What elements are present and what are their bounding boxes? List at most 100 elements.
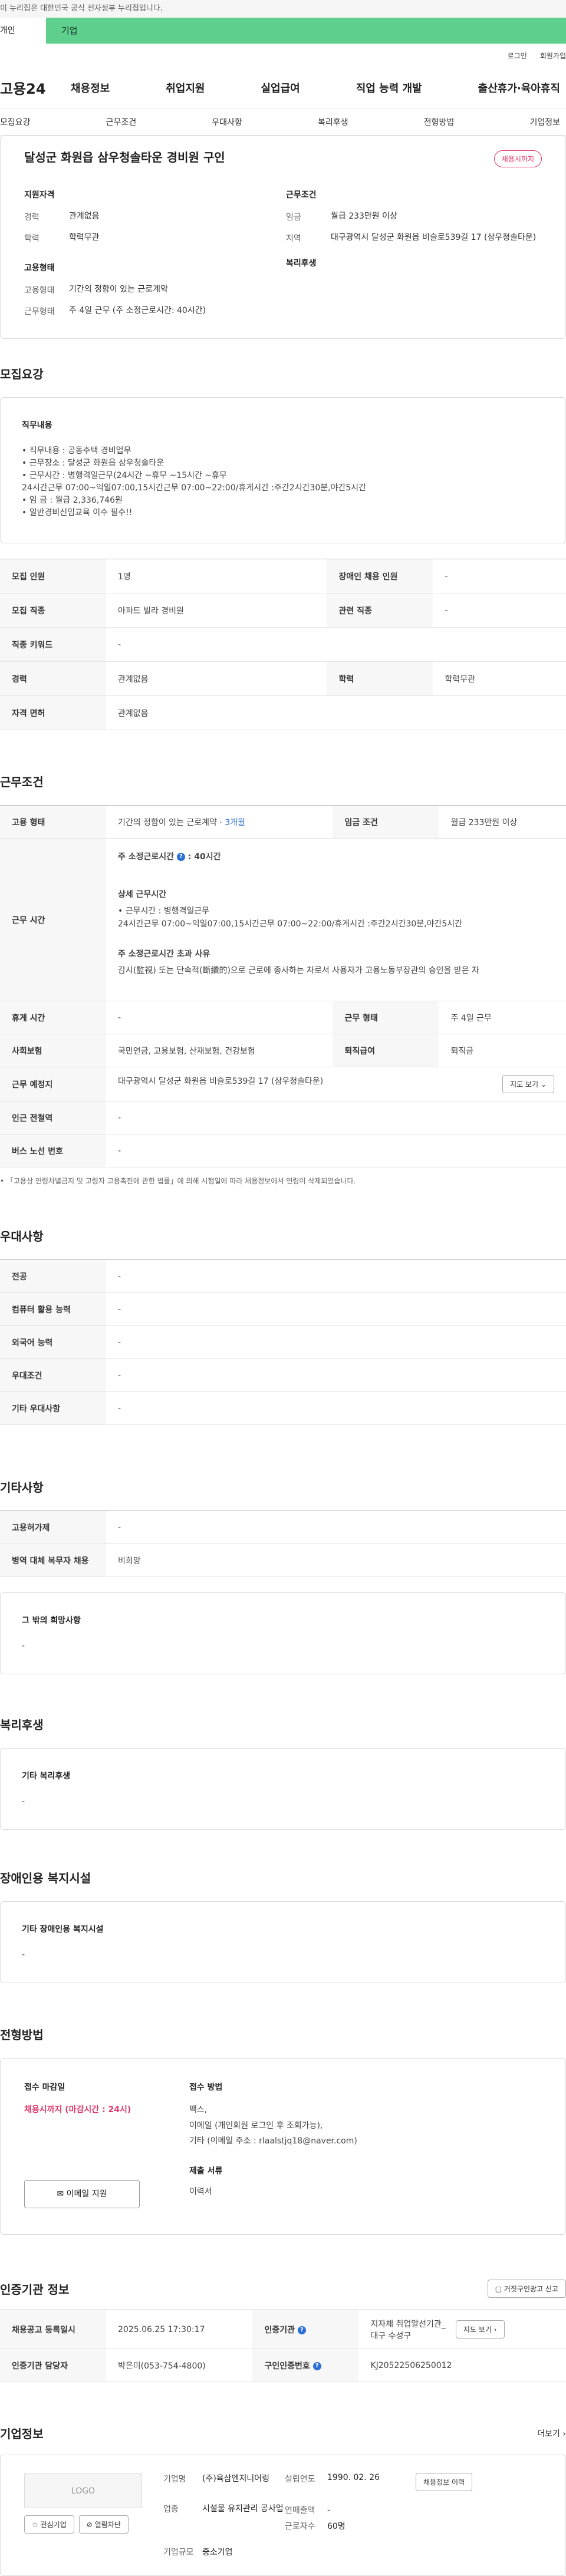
language-label: 외국어 능력 bbox=[0, 1325, 106, 1359]
block-view-button[interactable]: ⊘ 열람차단 bbox=[78, 2515, 129, 2534]
table-row: 기타 우대사항 - bbox=[0, 1391, 566, 1425]
industry-value: 시설물 유지관리 공사업 bbox=[202, 2504, 284, 2514]
anchor-preferences[interactable]: 우대사항 bbox=[212, 116, 242, 128]
cert-map-button[interactable]: 지도 보기 › bbox=[455, 2320, 505, 2338]
wage-value: 월급 233만원 이상 bbox=[439, 805, 566, 839]
etc-section-title: 기타사항 bbox=[0, 1480, 44, 1495]
section-anchor-nav: 모집요강 근무조건 우대사항 복리후생 전형방법 기업정보 bbox=[0, 108, 566, 136]
map-button-label: 지도 보기 bbox=[510, 1080, 539, 1089]
work-type-label: 근무형태 bbox=[24, 307, 55, 316]
other-preference-label: 기타 우대사항 bbox=[0, 1391, 106, 1425]
gnb-item-unemployment-benefit[interactable]: 실업급여 bbox=[261, 80, 300, 95]
gnb-item-jobs[interactable]: 채용정보 bbox=[71, 80, 110, 95]
career-value: 관계없음 bbox=[69, 212, 100, 221]
tab-business[interactable]: 기업 bbox=[46, 18, 566, 44]
table-row: 자격 면허 관계없음 bbox=[0, 695, 566, 730]
sales-label: 연매출액 근로자수 bbox=[285, 2503, 327, 2534]
related-occupation-label: 관련 직종 bbox=[327, 593, 433, 628]
sales-label-text: 연매출액 bbox=[285, 2506, 315, 2515]
hours-label: 근무 시간 bbox=[0, 838, 106, 1001]
other-hope-box: 그 밖의 희망사항 - bbox=[0, 1592, 566, 1674]
license-value: 관계없음 bbox=[106, 695, 566, 730]
subway-label: 인근 전철역 bbox=[0, 1101, 106, 1134]
work-location-text: 대구광역시 달성군 화원읍 비슬로539길 17 (삼우청솔타운) bbox=[118, 1077, 324, 1086]
company-section-title: 기업정보 bbox=[0, 2427, 44, 2441]
documents-value: 이력서 bbox=[189, 2186, 212, 2196]
favorite-company-button[interactable]: ☆ 관심기업 bbox=[24, 2515, 74, 2534]
disabled-facility-heading: 기타 장애인용 복지시설 bbox=[22, 1925, 104, 1934]
work-section-title: 근무조건 bbox=[0, 775, 44, 789]
table-row: 경력 관계없음 학력 학력무관 bbox=[0, 661, 566, 696]
company-more-label: 더보기 bbox=[537, 2429, 560, 2439]
work-location-value: 대구광역시 달성군 화원읍 비슬로539길 17 (삼우청솔타운) 지도 보기 … bbox=[106, 1067, 566, 1101]
gnb-item-vocational-training[interactable]: 직업 능력 개발 bbox=[356, 80, 422, 95]
education-label: 학력 bbox=[24, 234, 40, 243]
break-time-value: - bbox=[106, 1001, 333, 1034]
company-name-label: 기업명 bbox=[163, 2475, 186, 2484]
company-header: 기업정보 더보기 › bbox=[0, 2425, 566, 2442]
recruit-section-title: 모집요강 bbox=[0, 367, 44, 381]
info-icon[interactable]: ? bbox=[312, 2361, 321, 2370]
gnb-item-employment-support[interactable]: 취업지원 bbox=[166, 80, 205, 95]
table-row: 모집 인원 1명 장애인 채용 인원 - bbox=[0, 559, 566, 593]
login-link[interactable]: 로그인 bbox=[508, 51, 527, 61]
info-icon[interactable]: ? bbox=[176, 853, 185, 861]
career-value: 관계없음 bbox=[106, 661, 327, 696]
education-label: 학력 bbox=[327, 661, 433, 696]
job-description-heading: 직무내용 bbox=[22, 421, 52, 430]
site-logo[interactable]: 고용24 bbox=[0, 77, 71, 98]
cert-org-value: 지자체 취업알선기관_대구 수성구 지도 보기 › bbox=[358, 2310, 566, 2349]
subway-value: - bbox=[106, 1101, 566, 1134]
preferred-condition-label: 우대조건 bbox=[0, 1358, 106, 1392]
etc-table: 고용허가제 - 병역 대체 복무자 채용 비희망 bbox=[0, 1510, 566, 1577]
employees-value: 60명 bbox=[327, 2521, 345, 2531]
email-apply-button[interactable]: ✉ 이메일 지원 bbox=[24, 2180, 140, 2208]
anchor-work-conditions[interactable]: 근무조건 bbox=[106, 116, 137, 128]
work-type-value: 주 4일 근무 (주 소정근로시간: 40시간) bbox=[69, 306, 206, 315]
headcount-value: 1명 bbox=[106, 559, 327, 593]
global-nav: 고용24 채용정보 취업지원 실업급여 직업 능력 개발 출산휴가·육아휴직 bbox=[0, 67, 566, 108]
contract-period-link[interactable]: 3개월 bbox=[225, 818, 245, 827]
table-row: 병역 대체 복무자 채용 비희망 bbox=[0, 1543, 566, 1577]
bus-label: 버스 노선 번호 bbox=[0, 1134, 106, 1167]
anchor-welfare[interactable]: 복리후생 bbox=[318, 116, 348, 128]
table-row: 직종 키워드 - bbox=[0, 627, 566, 662]
gnb-menu: 채용정보 취업지원 실업급여 직업 능력 개발 출산휴가·육아휴직 bbox=[71, 80, 566, 95]
related-occupation-value: - bbox=[433, 593, 566, 628]
anchor-company[interactable]: 기업정보 bbox=[529, 116, 560, 128]
hiring-history-button[interactable]: 채용정보 이력 bbox=[416, 2473, 473, 2491]
signup-link[interactable]: 회원가입 bbox=[540, 51, 566, 61]
false-ad-report-button[interactable]: ▢ 거짓구인광고 신고 bbox=[487, 2280, 566, 2298]
cert-number-value: KJ20522506250012 bbox=[358, 2349, 566, 2382]
overtime-reason-heading: 주 소정근로시간 초과 사유 bbox=[118, 949, 210, 959]
headcount-label: 모집 인원 bbox=[0, 559, 106, 593]
preferred-condition-value: - bbox=[106, 1358, 566, 1392]
map-button[interactable]: 지도 보기 ⌄ bbox=[502, 1075, 554, 1093]
utility-nav: 로그인 회원가입 bbox=[0, 44, 566, 67]
anchor-screening[interactable]: 전형방법 bbox=[424, 116, 455, 128]
disabled-facility-section-title: 장애인용 복지시설 bbox=[0, 1871, 91, 1885]
sales-value-text: - bbox=[327, 2506, 331, 2515]
info-icon[interactable]: ? bbox=[297, 2326, 306, 2334]
gnb-item-parental-leave[interactable]: 출산휴가·육아휴직 bbox=[478, 80, 560, 95]
retirement-label: 퇴직급여 bbox=[333, 1034, 439, 1067]
other-hope-heading: 그 밖의 희망사항 bbox=[22, 1616, 81, 1625]
company-more-link[interactable]: 더보기 › bbox=[537, 2427, 566, 2439]
table-row: 고용허가제 - bbox=[0, 1510, 566, 1544]
hours-value: 주 소정근로시간 ? : 40시간 상세 근무시간 • 근무시간 : 병행격일근… bbox=[106, 838, 566, 1001]
company-name-value: (주)육삼엔지니어링 bbox=[202, 2474, 269, 2483]
occupation-label: 모집 직종 bbox=[0, 593, 106, 628]
deadline-value: 채용시까지 (마감시간 : 24시) bbox=[24, 2105, 131, 2115]
retirement-value: 퇴직금 bbox=[439, 1034, 566, 1067]
favorite-company-label: 관심기업 bbox=[40, 2521, 67, 2529]
tab-individual[interactable]: 개인 bbox=[0, 18, 46, 44]
anchor-recruit[interactable]: 모집요강 bbox=[0, 116, 31, 128]
disabled-facility-box: 기타 장애인용 복지시설 - bbox=[0, 1901, 566, 1983]
founded-value: 1990. 02. 26 bbox=[327, 2473, 380, 2482]
break-time-label: 휴게 시간 bbox=[0, 1001, 106, 1034]
preferences-section-title: 우대사항 bbox=[0, 1229, 44, 1244]
overtime-reason-text: 감시(監視) 또는 단속적(斷續的)으로 근로에 종사하는 자로서 사용자가 고… bbox=[118, 965, 479, 975]
cert-section-title: 인증기관 정보 bbox=[0, 2283, 70, 2297]
wage-label: 임금 bbox=[286, 213, 301, 222]
mail-icon: ✉ bbox=[57, 2189, 64, 2199]
